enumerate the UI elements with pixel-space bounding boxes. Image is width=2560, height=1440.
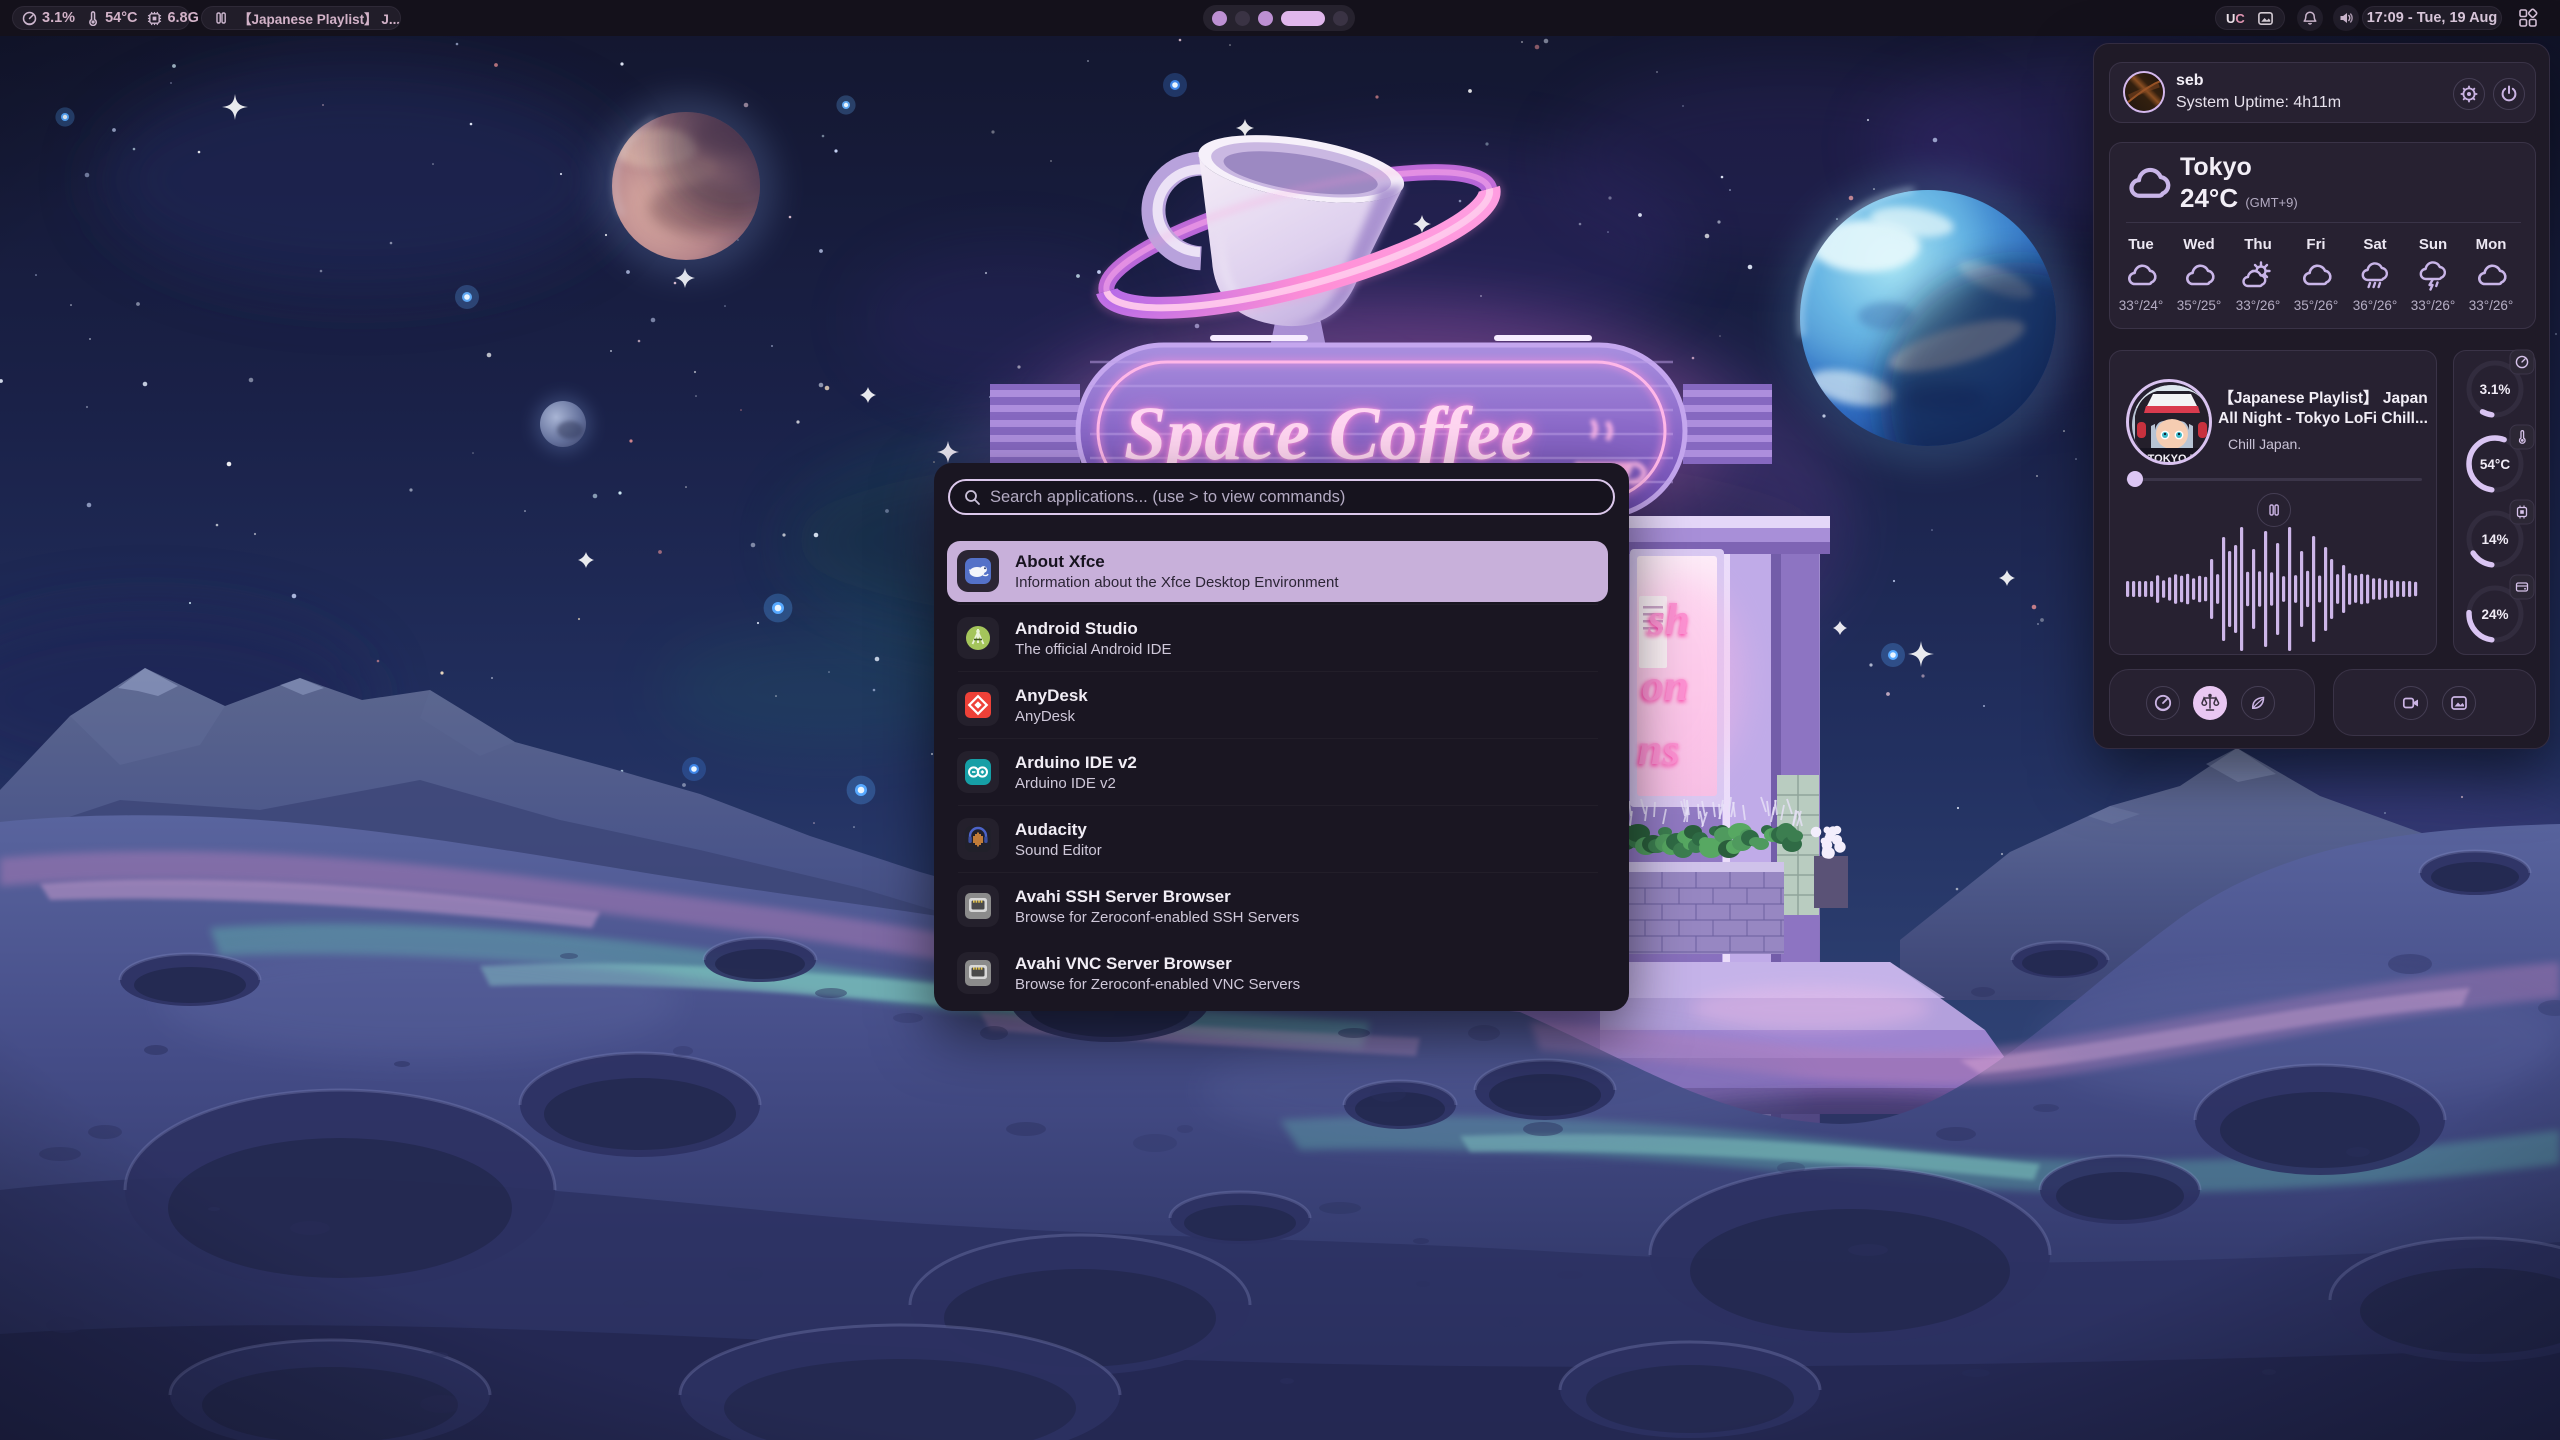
svg-text:14%: 14% [2481,532,2508,547]
svg-text:TOKYO L: TOKYO L [2148,453,2197,465]
svg-text:24%: 24% [2481,607,2508,622]
svg-text:54°C: 54°C [2480,457,2510,472]
svg-text:3.1%: 3.1% [2480,382,2511,397]
